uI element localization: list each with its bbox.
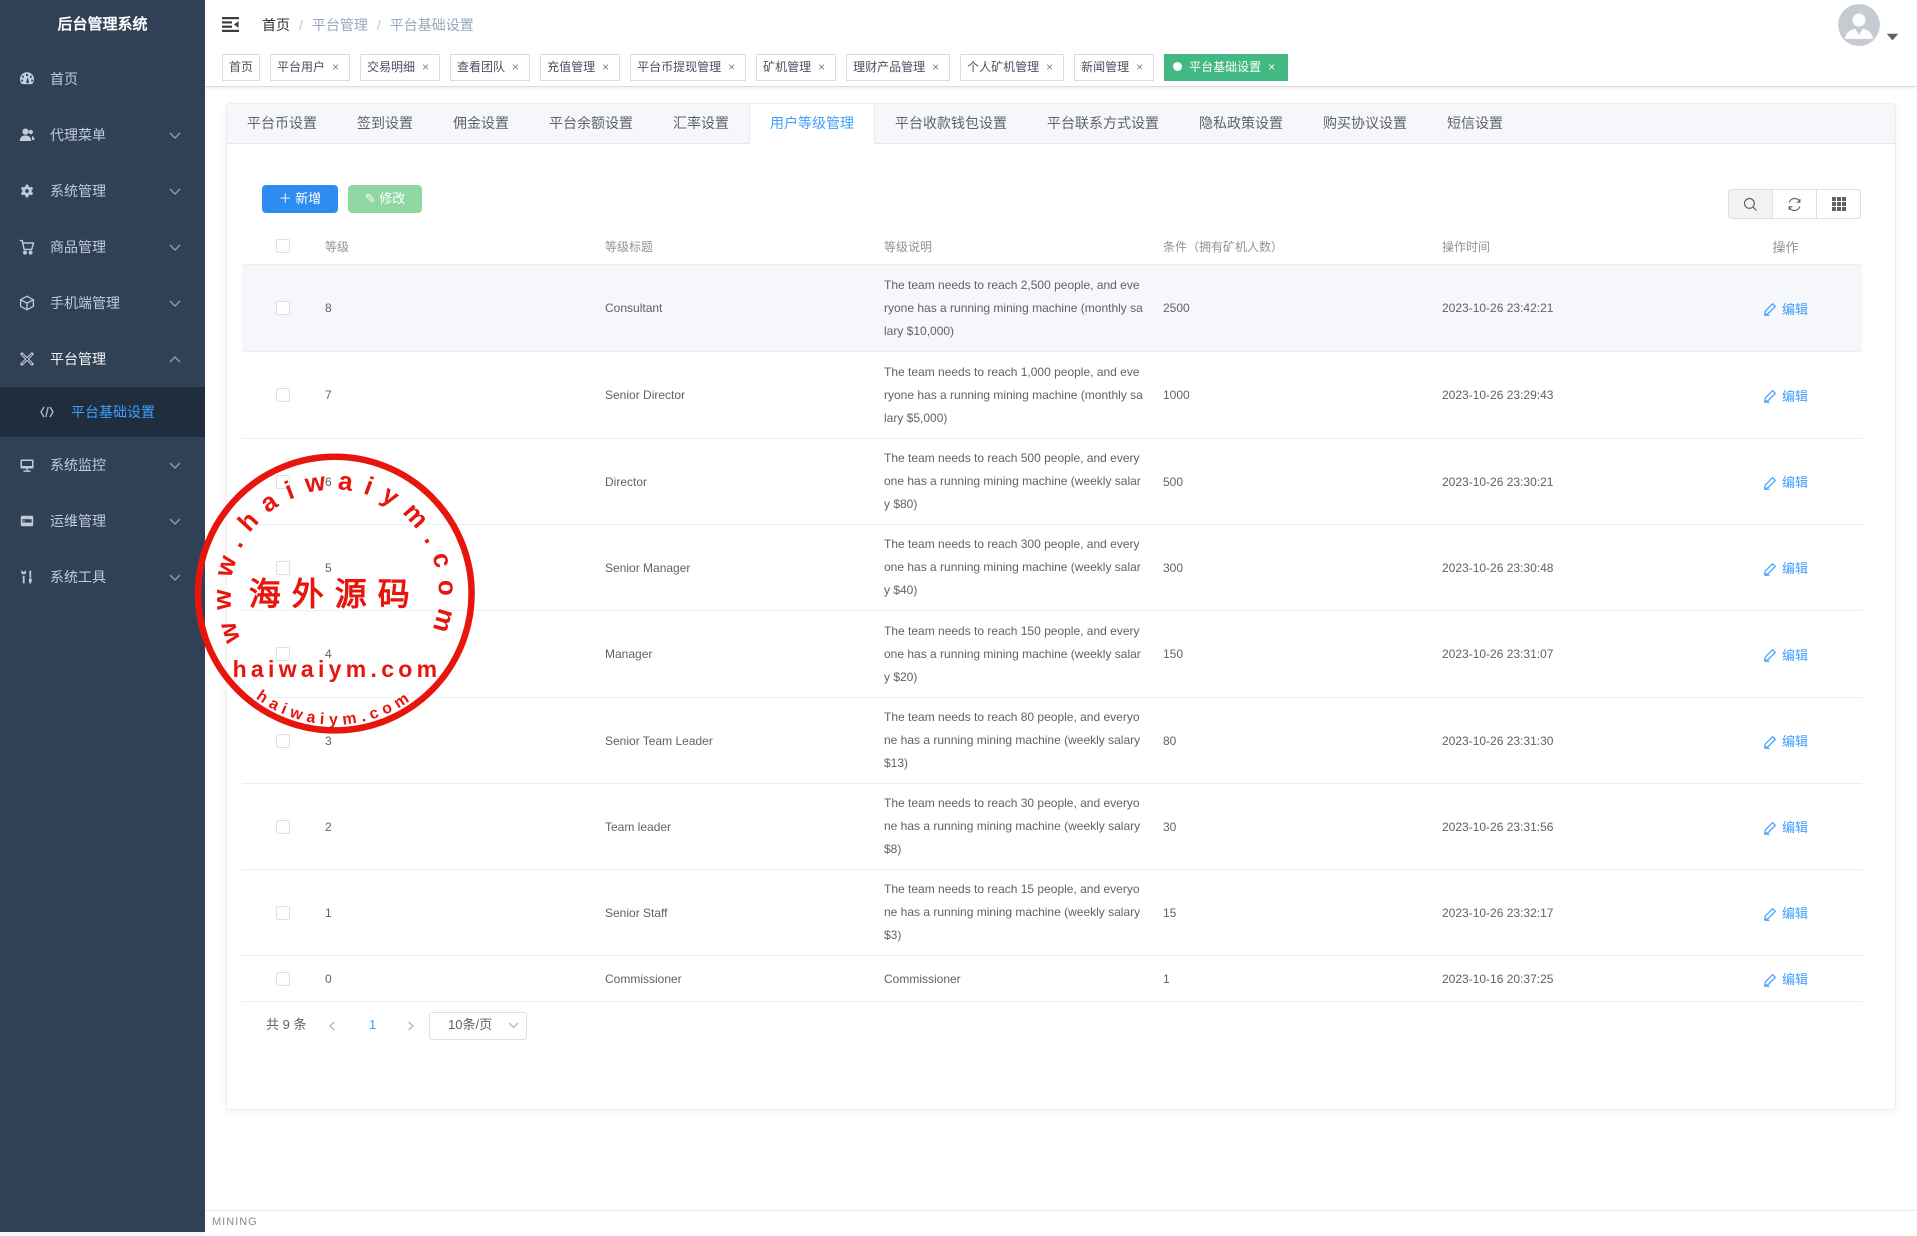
svg-text:haiwaiym.com: haiwaiym.com [233,656,442,682]
svg-text:海外源码: 海外源码 [249,576,421,612]
svg-text:haiwaiym.com: haiwaiym.com [253,687,416,728]
